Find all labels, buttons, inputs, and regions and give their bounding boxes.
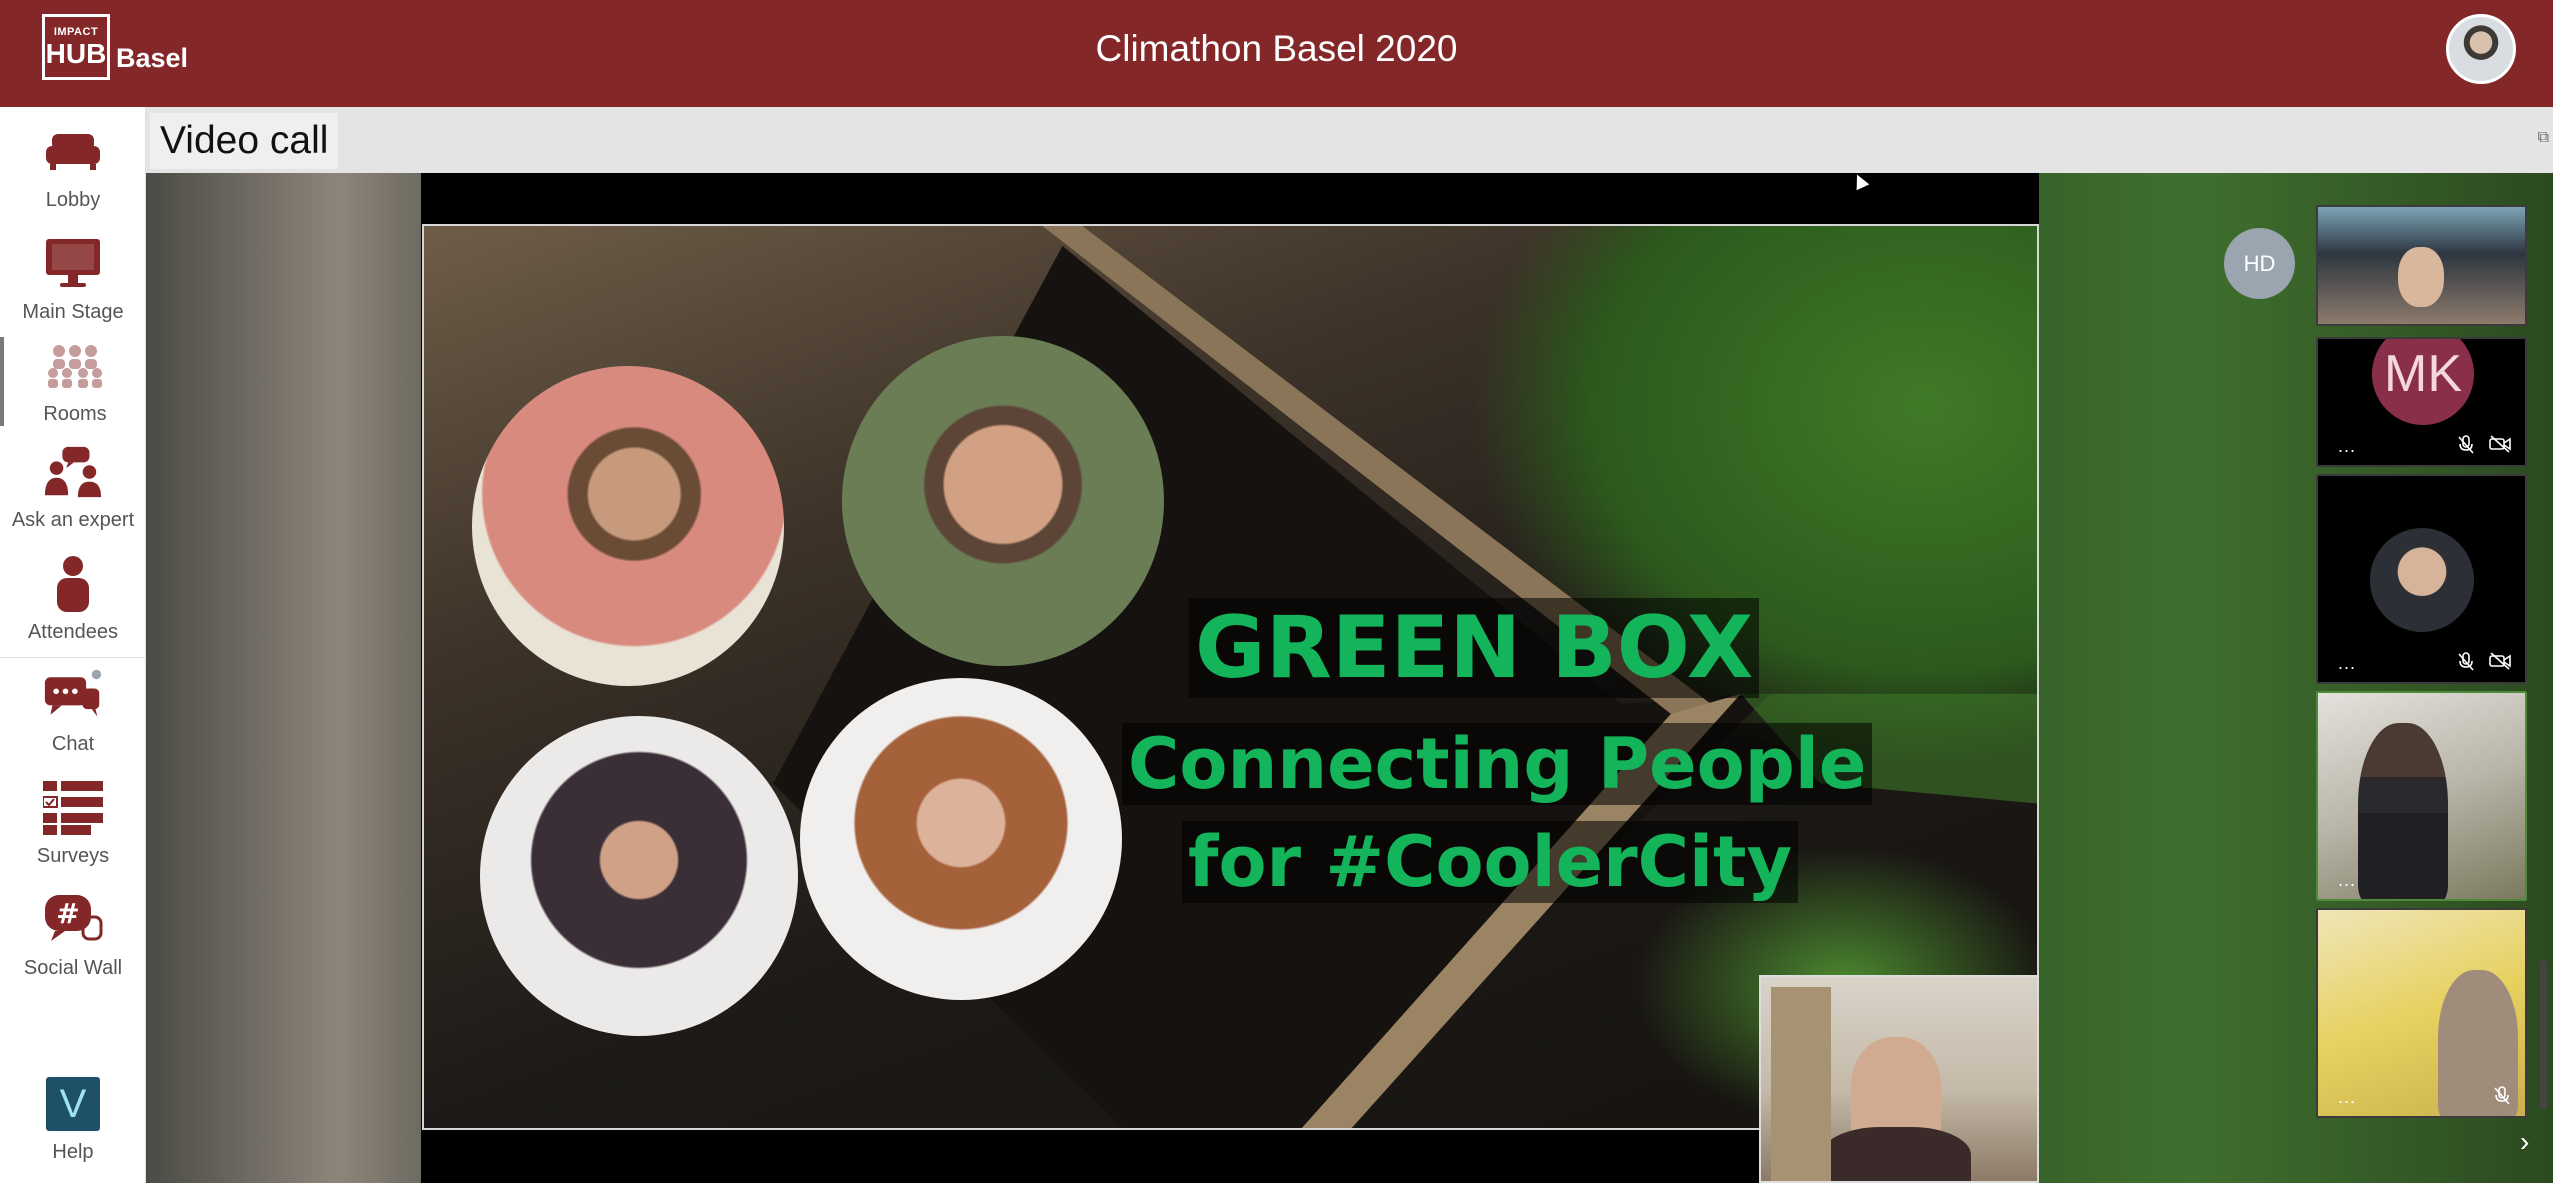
mic-muted-icon <box>2458 652 2474 671</box>
sidebar-item-social-wall[interactable]: # Social Wall <box>0 891 146 980</box>
video-call-title: Video call <box>150 113 339 169</box>
presenter-video-pip[interactable] <box>1759 975 2039 1183</box>
sidebar-nav: Lobby Main Stage Rooms Ask an expert Att… <box>0 107 146 1183</box>
person-icon <box>43 555 103 613</box>
team-photo-woman-2 <box>800 678 1122 1000</box>
participant-more-options[interactable]: ... <box>2338 1088 2356 1106</box>
camera-off-icon <box>2489 435 2511 453</box>
app-header: IMPACT HUB Basel Climathon Basel 2020 <box>0 0 2553 107</box>
sidebar-item-label: Rooms <box>43 403 107 425</box>
sidebar-item-attendees[interactable]: Attendees <box>0 555 146 644</box>
team-photo-man-2 <box>480 716 798 1036</box>
presenter-shirt <box>1821 1127 1971 1181</box>
participant-status-icons <box>2457 652 2511 672</box>
participant-avatar-hd[interactable]: HD <box>2224 228 2295 299</box>
sidebar-item-surveys[interactable]: Surveys <box>0 779 146 868</box>
sidebar-divider <box>0 657 146 658</box>
sidebar-item-label: Help <box>52 1141 94 1163</box>
sidebar-item-main-stage[interactable]: Main Stage <box>0 235 146 324</box>
monitor-icon <box>43 235 103 293</box>
people-group-icon <box>45 337 105 395</box>
chat-bubbles-icon <box>43 667 103 725</box>
participant-tile-mk[interactable]: MK ... <box>2316 337 2527 467</box>
slide-headline: GREEN BOX <box>1189 598 1760 698</box>
participant-avatar-photo <box>2370 528 2474 632</box>
team-photo-woman-1 <box>472 366 784 686</box>
participant-person <box>2358 723 2448 899</box>
chevron-right-icon[interactable]: › <box>2520 1126 2529 1158</box>
participant-avatar-mk: MK <box>2372 339 2474 425</box>
sidebar-item-label: Social Wall <box>23 957 123 979</box>
event-title: Climathon Basel 2020 <box>1095 28 1458 69</box>
v-logo-icon: V <box>43 1075 103 1133</box>
shelf-background <box>1771 987 1831 1181</box>
participant-tile-5[interactable]: ... <box>2316 908 2527 1118</box>
popout-window-icon[interactable]: ⧉ <box>2538 129 2549 147</box>
sidebar-item-lobby[interactable]: Lobby <box>0 123 146 212</box>
participant-face <box>2398 247 2444 307</box>
sidebar-item-label: Attendees <box>27 621 119 643</box>
participant-more-options[interactable]: ... <box>2338 654 2356 672</box>
slide-subline-2: for #CoolerCity <box>1182 821 1799 903</box>
sofa-icon <box>43 123 103 181</box>
participant-tile-3[interactable]: ... <box>2316 474 2527 684</box>
participant-more-options[interactable]: ... <box>2338 871 2356 889</box>
sidebar-item-label: Main Stage <box>22 301 124 323</box>
participant-more-options[interactable]: ... <box>2338 437 2356 455</box>
video-panel-header: Video call ⧉ <box>146 107 2553 173</box>
sidebar-item-label: Ask an expert <box>11 509 135 531</box>
participant-list-scrollbar[interactable] <box>2540 960 2547 1110</box>
user-avatar[interactable] <box>2446 14 2516 84</box>
mic-muted-icon <box>2458 435 2474 454</box>
svg-text:#: # <box>56 897 79 930</box>
participant-tile-1[interactable] <box>2316 205 2527 326</box>
slide-subline-1: Connecting People <box>1122 723 1873 805</box>
checklist-icon <box>43 779 103 837</box>
sidebar-item-label: Chat <box>51 733 95 755</box>
hashtag-icon: # <box>43 891 103 949</box>
sidebar-item-chat[interactable]: Chat <box>0 667 146 756</box>
camera-off-icon <box>2489 652 2511 670</box>
sidebar-item-ask-an-expert[interactable]: Ask an expert <box>0 443 146 532</box>
mic-muted-icon <box>2494 1086 2510 1105</box>
sidebar-item-rooms[interactable]: Rooms <box>0 337 146 426</box>
sidebar-item-help[interactable]: V Help <box>0 1075 146 1164</box>
sidebar-item-label: Lobby <box>45 189 101 211</box>
sidebar-item-label: Surveys <box>36 845 110 867</box>
participant-tile-4[interactable]: ... <box>2316 691 2527 901</box>
team-photo-man-1 <box>842 336 1164 666</box>
expert-chat-icon <box>43 443 103 501</box>
participant-status-icons <box>2457 435 2511 455</box>
participant-status-icons <box>2493 1086 2511 1106</box>
